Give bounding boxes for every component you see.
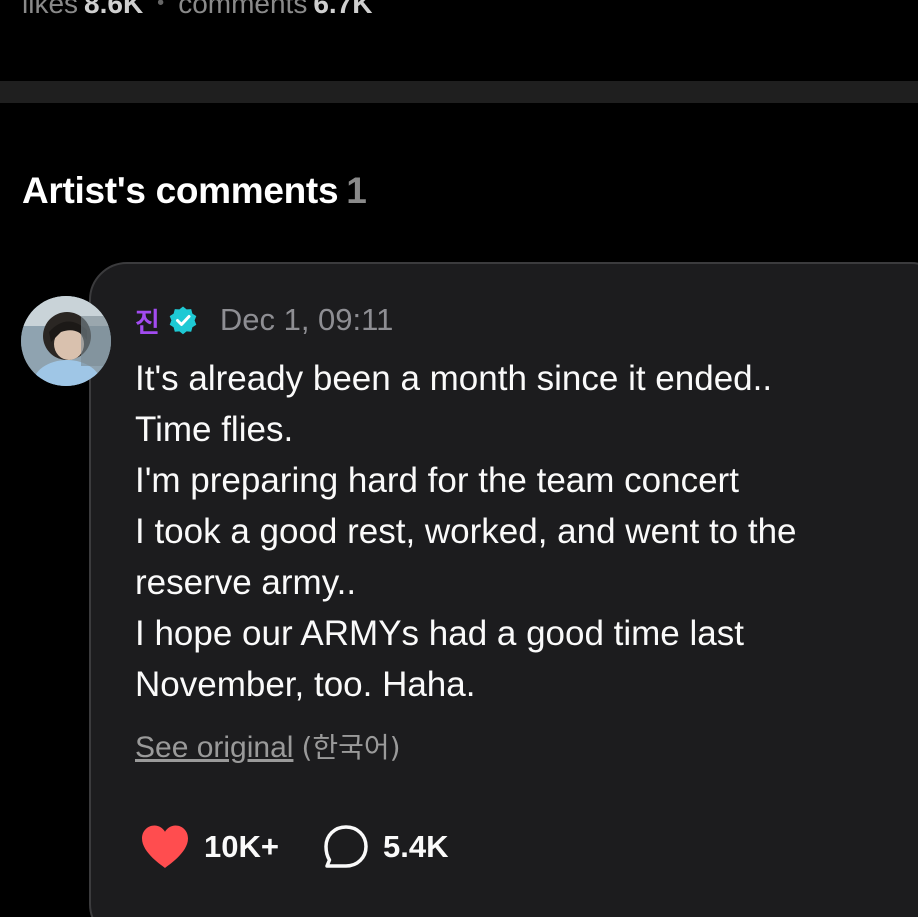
heart-icon bbox=[142, 825, 188, 868]
author-name[interactable]: 진 bbox=[135, 301, 160, 340]
like-button[interactable]: 10K+ bbox=[140, 824, 279, 870]
avatar-photo bbox=[21, 296, 111, 386]
post-stats: likes 8.6K • comments 6.7K bbox=[22, 0, 373, 21]
comment-line: It's already been a month since it ended… bbox=[135, 359, 773, 398]
artist-comments-screen: likes 8.6K • comments 6.7K Artist's comments… bbox=[0, 0, 918, 917]
likes-count: 8.6K bbox=[84, 0, 144, 19]
comments-count: 6.7K bbox=[313, 0, 373, 19]
comment-line: I hope our ARMYs had a good time last bbox=[135, 614, 744, 653]
comment-text: It's already been a month since it ended… bbox=[135, 353, 895, 710]
section-divider bbox=[0, 81, 918, 103]
verified-badge-icon bbox=[169, 306, 197, 335]
reply-button[interactable]: 5.4K bbox=[323, 824, 448, 870]
reply-count: 5.4K bbox=[382, 829, 449, 864]
comment-line: I'm preparing hard for the team concert bbox=[135, 461, 739, 500]
comment-line: I took a good rest, worked, and went to … bbox=[135, 512, 797, 551]
see-original-link[interactable]: See original bbox=[135, 731, 293, 764]
comment-bubble-icon bbox=[324, 825, 368, 868]
comment-line: reserve army.. bbox=[135, 563, 357, 602]
comment-timestamp: Dec 1, 09:11 bbox=[219, 302, 394, 337]
comment-line: Time flies. bbox=[135, 410, 294, 449]
comment-header: 진 Dec 1, 09:11 bbox=[135, 300, 393, 340]
section-title: Artist's comments 1 bbox=[22, 168, 367, 214]
separator-dot: • bbox=[157, 0, 165, 14]
comment-line: November, too. Haha. bbox=[135, 665, 476, 704]
like-count: 10K+ bbox=[204, 829, 279, 864]
comments-label: comments bbox=[178, 0, 308, 19]
comment-actions: 10K+ 5.4K bbox=[140, 822, 448, 872]
avatar[interactable] bbox=[21, 296, 111, 386]
translation-row: See original (한국어) bbox=[135, 728, 401, 768]
original-language-label: (한국어) bbox=[301, 731, 401, 764]
likes-label: likes bbox=[22, 0, 79, 19]
artist-comments-count: 1 bbox=[346, 170, 367, 211]
artist-comments-title: Artist's comments bbox=[22, 170, 339, 211]
